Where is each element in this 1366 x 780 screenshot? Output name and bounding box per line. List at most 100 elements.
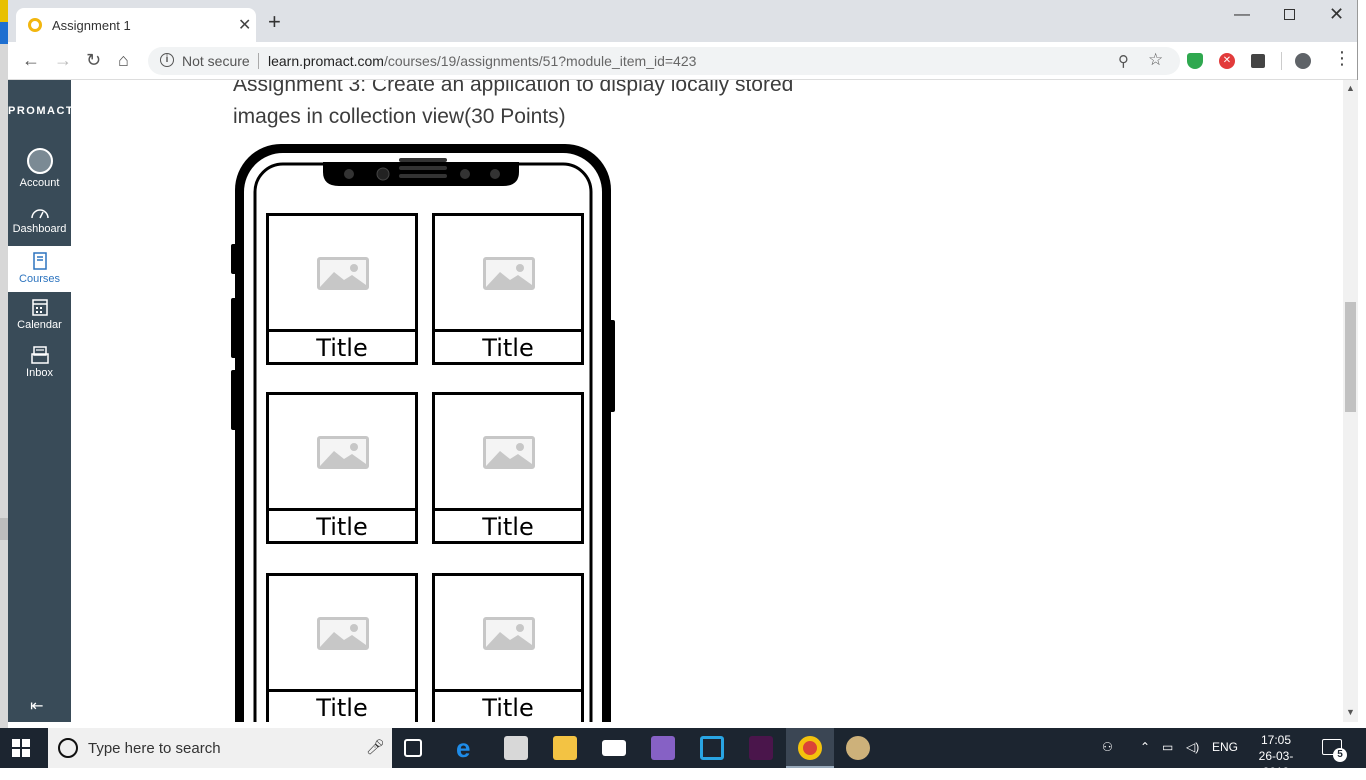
nav-inbox[interactable]: Inbox xyxy=(8,346,71,392)
network-icon[interactable]: ▭ xyxy=(1162,740,1173,754)
collapse-nav-icon[interactable]: ⇤ xyxy=(30,696,43,716)
desktop-icon-strip xyxy=(0,0,8,22)
tab-assignment[interactable]: Assignment 1 ✕ xyxy=(16,8,256,42)
brand-logo[interactable]: PROMACT xyxy=(8,105,73,117)
desktop-edge xyxy=(0,0,8,728)
nav-inbox-label: Inbox xyxy=(26,367,53,379)
home-icon[interactable]: ⌂ xyxy=(118,50,129,70)
clock-date: 26-03-2019 xyxy=(1258,749,1294,779)
app-icon[interactable] xyxy=(700,736,724,760)
image-placeholder-icon xyxy=(317,617,369,650)
image-placeholder-icon xyxy=(483,436,535,469)
microphone-icon[interactable]: 🎤︎ xyxy=(366,738,385,756)
new-tab-button[interactable]: + xyxy=(268,11,281,33)
taskbar-search-placeholder: Type here to search xyxy=(88,740,221,757)
dashboard-icon xyxy=(30,209,49,219)
shield-extension-icon[interactable] xyxy=(1187,53,1203,69)
clock-time: 17:05 xyxy=(1260,733,1292,747)
tab-title: Assignment 1 xyxy=(52,18,131,33)
mail-icon[interactable] xyxy=(602,740,626,756)
book-icon xyxy=(32,252,47,270)
browser-window: Assignment 1 ✕ + — ✕ ← → ↻ ⌂ i Not secur… xyxy=(8,0,1358,722)
forward-arrow-icon[interactable]: → xyxy=(54,50,72,70)
main-content: Assignment 3: Create an application to d… xyxy=(71,80,1343,722)
tab-strip: Assignment 1 ✕ + — ✕ xyxy=(8,0,1357,42)
mockup-cell: Title xyxy=(266,573,418,722)
menu-icon[interactable]: ⋮ xyxy=(1333,49,1351,67)
nav-dashboard-label: Dashboard xyxy=(12,223,67,235)
slack-icon[interactable] xyxy=(749,736,773,760)
image-placeholder-icon xyxy=(483,257,535,290)
mockup-title-bar: Title xyxy=(435,689,581,722)
mockup-cell: Title xyxy=(266,392,418,544)
star-icon[interactable]: ☆ xyxy=(1148,50,1163,70)
divider xyxy=(1281,52,1282,70)
close-window-button[interactable]: ✕ xyxy=(1329,4,1344,25)
language-indicator[interactable]: ENG xyxy=(1212,740,1238,754)
nav-courses-label: Courses xyxy=(19,273,60,285)
mockup-cell: Title xyxy=(432,392,584,544)
global-navigation: PROMACT Account Dashboard Courses Calend… xyxy=(8,80,73,722)
nav-courses[interactable]: Courses xyxy=(8,246,71,292)
taskbar-search-box[interactable]: Type here to search 🎤︎ xyxy=(48,728,392,768)
chrome-icon[interactable] xyxy=(798,736,822,760)
mockup-title-bar: Title xyxy=(435,329,581,362)
vertical-scrollbar[interactable]: ▲ ▼ xyxy=(1343,80,1358,722)
nav-calendar[interactable]: Calendar xyxy=(8,298,71,344)
store-icon[interactable] xyxy=(504,736,528,760)
file-explorer-icon[interactable] xyxy=(553,736,577,760)
windows-start-icon[interactable] xyxy=(12,739,30,757)
people-icon[interactable]: ⚇ xyxy=(1102,740,1113,754)
mockup-title-bar: Title xyxy=(435,508,581,541)
divider xyxy=(258,53,259,69)
zoom-icon[interactable]: ⚲ xyxy=(1118,52,1129,70)
close-tab-icon[interactable]: ✕ xyxy=(238,15,251,35)
favicon-icon xyxy=(28,18,42,32)
volume-icon[interactable]: ◁) xyxy=(1186,740,1199,754)
browser-toolbar: ← → ↻ ⌂ i Not secure learn.promact.com/c… xyxy=(8,42,1357,80)
taskbar: Type here to search 🎤︎ e ⚇ ⌃ ▭ ◁) ENG 17… xyxy=(0,728,1366,779)
url-path: /courses/19/assignments/51?module_item_i… xyxy=(383,53,697,69)
scroll-down-icon[interactable]: ▼ xyxy=(1346,707,1355,717)
task-view-icon[interactable] xyxy=(404,739,422,757)
profile-icon[interactable] xyxy=(1295,53,1311,69)
back-arrow-icon[interactable]: ← xyxy=(22,50,40,70)
mockup-title-bar: Title xyxy=(269,508,415,541)
nav-account[interactable]: Account xyxy=(8,148,71,194)
paint-icon[interactable] xyxy=(846,736,870,760)
maximize-button[interactable] xyxy=(1284,9,1295,20)
inbox-icon xyxy=(30,346,49,364)
mockup-title-bar: Title xyxy=(269,689,415,722)
page-content: PROMACT Account Dashboard Courses Calend… xyxy=(8,80,1358,722)
calendar-icon xyxy=(31,299,48,316)
url-text[interactable]: learn.promact.com/courses/19/assignments… xyxy=(268,53,696,69)
taskbar-clock[interactable]: 17:05 26-03-2019 xyxy=(1246,732,1306,780)
visual-studio-icon[interactable] xyxy=(651,736,675,760)
minimize-button[interactable]: — xyxy=(1234,6,1250,24)
url-host: learn.promact.com xyxy=(268,53,384,69)
tray-expand-icon[interactable]: ⌃ xyxy=(1140,740,1150,754)
address-bar[interactable]: i Not secure learn.promact.com/courses/1… xyxy=(148,47,1180,75)
not-secure-label: Not secure xyxy=(182,53,250,69)
image-placeholder-icon xyxy=(317,257,369,290)
list-extension-icon[interactable] xyxy=(1251,54,1265,68)
info-icon[interactable]: i xyxy=(160,53,174,67)
image-placeholder-icon xyxy=(483,617,535,650)
scroll-up-icon[interactable]: ▲ xyxy=(1346,83,1355,93)
scroll-thumb[interactable] xyxy=(1345,302,1356,412)
mockup-title-bar: Title xyxy=(269,329,415,362)
nav-account-label: Account xyxy=(19,177,60,189)
desktop-icon-strip xyxy=(0,22,8,44)
blocker-extension-icon[interactable]: ✕ xyxy=(1219,53,1235,69)
edge-icon[interactable]: e xyxy=(456,735,480,761)
mockup-cell: Title xyxy=(266,213,418,365)
assignment-heading: Assignment 3: Create an application to d… xyxy=(233,80,794,128)
nav-dashboard[interactable]: Dashboard xyxy=(8,206,71,246)
mockup-cell: Title xyxy=(432,213,584,365)
avatar-icon xyxy=(26,148,53,174)
mockup-cell: Title xyxy=(432,573,584,722)
reload-icon[interactable]: ↻ xyxy=(86,50,101,70)
cortana-icon xyxy=(58,738,78,758)
notification-count-badge: 5 xyxy=(1333,748,1347,762)
nav-calendar-label: Calendar xyxy=(17,319,62,331)
